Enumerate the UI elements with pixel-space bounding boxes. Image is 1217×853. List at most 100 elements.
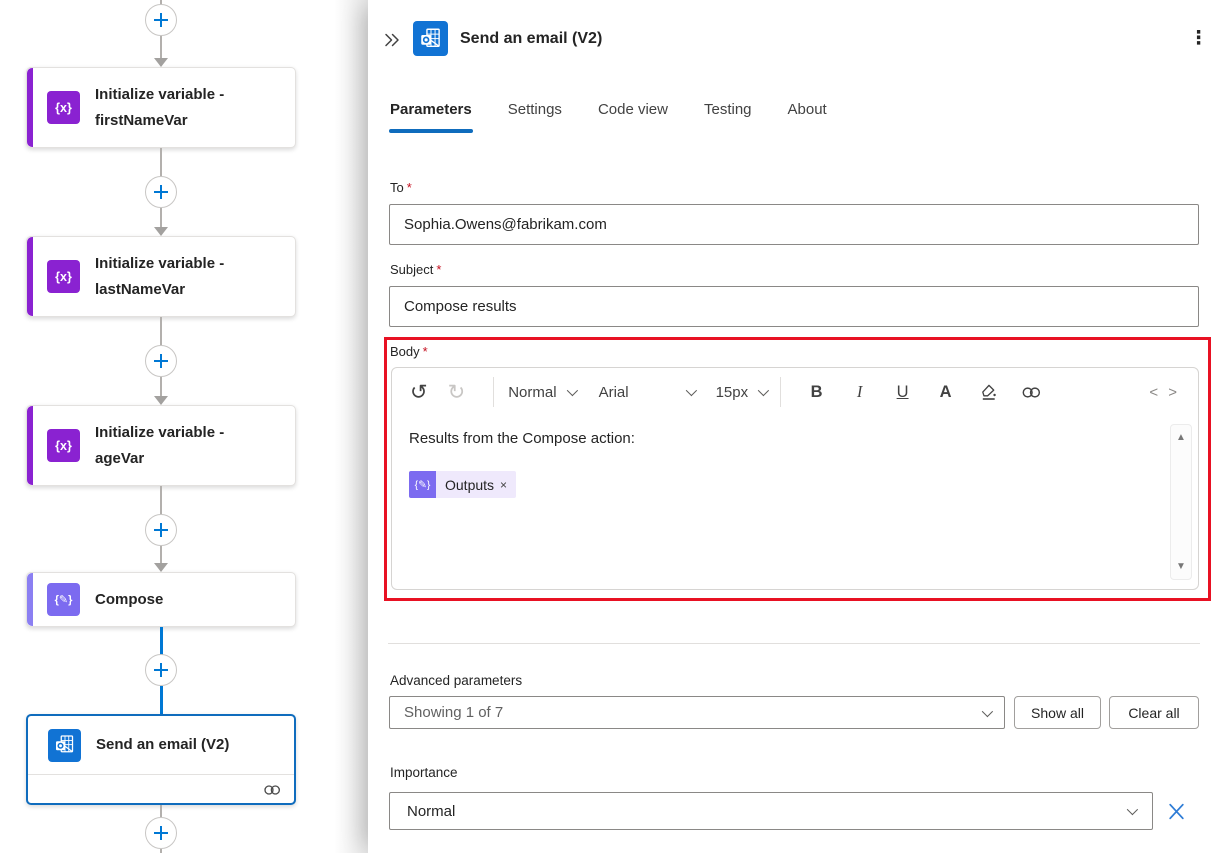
importance-label: Importance [390,765,458,780]
connector-line [160,36,162,59]
more-options-icon[interactable]: ⋮ [1189,29,1208,49]
link-icon[interactable] [1021,386,1042,399]
compose-icon: {✎} [47,583,80,616]
highlight-color-icon[interactable] [978,383,999,402]
body-rich-text-editor[interactable]: ↺ ↻ Normal Arial 15px B I U A [391,367,1199,590]
connector-arrow-icon [154,58,168,67]
tab-testing[interactable]: Testing [704,101,752,133]
show-all-button[interactable]: Show all [1014,696,1101,729]
clear-all-button[interactable]: Clear all [1109,696,1199,729]
insert-step-button[interactable] [145,4,177,36]
required-asterisk: * [407,180,412,195]
advanced-parameters-label: Advanced parameters [390,673,522,688]
subject-label: Subject* [390,262,441,277]
bold-icon[interactable]: B [806,383,827,402]
body-label: Body* [390,344,428,359]
subject-input[interactable] [389,286,1199,327]
underline-icon[interactable]: U [892,383,913,402]
node-initialize-variable-firstnamevar[interactable]: {x} Initialize variable -firstNameVar [26,67,296,148]
workflow-canvas: {x} Initialize variable -firstNameVar {x… [0,0,368,853]
tab-parameters[interactable]: Parameters [390,101,472,133]
compose-icon-glyph: {✎} [55,593,73,606]
connector-line [160,486,162,514]
chevron-down-icon [1127,804,1138,815]
node-title: Initialize variable -lastNameVar [95,251,224,302]
node-title: Compose [95,587,163,613]
required-asterisk: * [423,344,428,359]
connector-line-selected [160,627,163,655]
node-accent-bar [27,573,33,626]
code-view-icon[interactable]: < > [1149,384,1180,401]
node-title: Initialize variable -firstNameVar [95,82,224,133]
connector-arrow-icon [154,396,168,405]
tab-settings[interactable]: Settings [508,101,562,133]
token-compose-icon: {✎} [409,471,436,498]
variable-icon: {x} [47,429,80,462]
tab-bar: Parameters Settings Code view Testing Ab… [390,101,827,133]
connector-line [160,546,162,564]
node-initialize-variable-agevar[interactable]: {x} Initialize variable -ageVar [26,405,296,486]
toolbar-divider [493,377,494,407]
node-compose[interactable]: {✎} Compose [26,572,296,627]
node-title: Initialize variable -ageVar [95,420,224,471]
scroll-down-icon[interactable]: ▼ [1171,561,1191,572]
chevron-down-icon [758,385,769,396]
scroll-up-icon[interactable]: ▲ [1171,432,1191,443]
variable-icon: {x} [47,260,80,293]
node-title: Send an email (V2) [96,732,229,758]
connector-line [160,849,162,853]
to-label: To* [390,180,412,195]
undo-icon[interactable]: ↺ [410,380,428,405]
chevron-down-icon [566,385,577,396]
section-divider [388,643,1200,644]
outlook-icon [48,729,81,762]
node-accent-bar [27,406,33,485]
body-text-line: Results from the Compose action: [409,430,1168,447]
insert-step-button[interactable] [145,176,177,208]
italic-icon[interactable]: I [849,382,870,402]
outputs-token[interactable]: {✎} Outputs × [409,471,516,498]
tab-about[interactable]: About [788,101,827,133]
insert-step-button[interactable] [145,654,177,686]
node-footer [28,774,294,804]
variable-icon: {x} [47,91,80,124]
outlook-icon [413,21,448,56]
importance-dropdown[interactable]: Normal [389,792,1153,830]
font-family-dropdown[interactable]: Arial [599,384,694,401]
redo-icon[interactable]: ↻ [448,380,466,405]
body-content[interactable]: Results from the Compose action: {✎} Out… [392,416,1168,589]
tab-code-view[interactable]: Code view [598,101,668,133]
variable-icon-glyph: {x} [55,101,72,115]
variable-icon-glyph: {x} [55,439,72,453]
text-style-dropdown[interactable]: Normal [508,384,574,401]
remove-token-icon[interactable]: × [500,478,507,492]
editor-scrollbar[interactable]: ▲ ▼ [1170,424,1192,580]
insert-step-button[interactable] [145,817,177,849]
font-size-dropdown[interactable]: 15px [716,384,767,401]
toolbar-divider [780,377,781,407]
connector-line [160,148,162,176]
panel-title: Send an email (V2) [460,28,602,50]
connector-arrow-icon [154,227,168,236]
connector-line [160,805,162,817]
node-send-an-email[interactable]: Send an email (V2) [26,714,296,805]
font-color-icon[interactable]: A [935,383,956,402]
connector-line [160,317,162,345]
rte-toolbar: ↺ ↻ Normal Arial 15px B I U A [392,368,1198,416]
advanced-parameters-dropdown[interactable]: Showing 1 of 7 [389,696,1005,729]
clear-importance-icon[interactable] [1166,801,1187,822]
node-accent-bar [27,68,33,147]
to-input[interactable] [389,204,1199,245]
action-details-panel: Send an email (V2) ⋮ Parameters Settings… [368,0,1217,853]
connection-link-icon[interactable] [263,784,282,796]
token-label: Outputs [445,477,494,493]
node-accent-bar [27,237,33,316]
variable-icon-glyph: {x} [55,270,72,284]
insert-step-button[interactable] [145,345,177,377]
node-initialize-variable-lastnamevar[interactable]: {x} Initialize variable -lastNameVar [26,236,296,317]
insert-step-button[interactable] [145,514,177,546]
required-asterisk: * [436,262,441,277]
collapse-panel-icon[interactable] [382,30,402,50]
chevron-down-icon [982,705,993,716]
connector-line [160,377,162,396]
